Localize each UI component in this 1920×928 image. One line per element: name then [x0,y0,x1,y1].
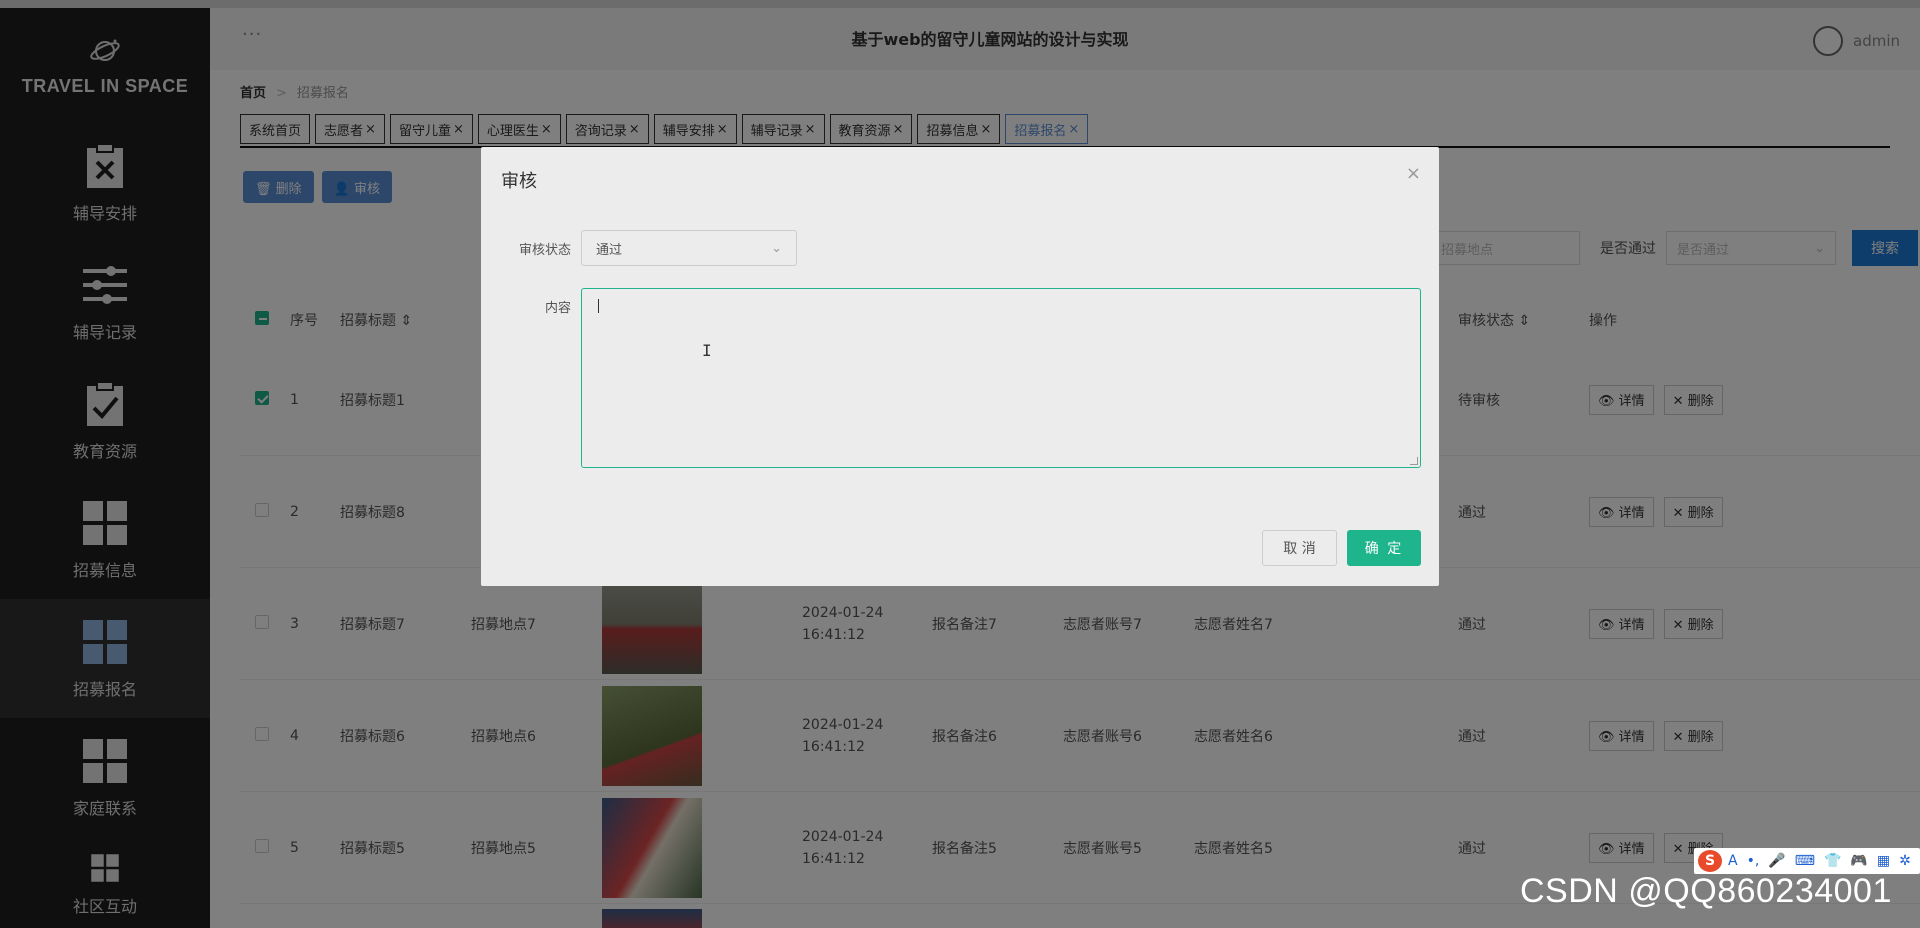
ime-punct-icon[interactable]: •, [1747,853,1760,869]
resize-handle-icon[interactable] [1410,457,1418,465]
sogou-logo-icon: S [1698,850,1722,872]
chevron-down-icon: ⌄ [771,240,782,256]
toolbox-icon[interactable]: ▦ [1877,853,1890,869]
ime-toolbar[interactable]: S A •, 🎤 ⌨ 👕 🎮 ▦ ✲ [1694,848,1920,874]
text-caret [598,299,599,313]
ime-mode-icon[interactable]: A [1728,853,1738,869]
cancel-button[interactable]: 取 消 [1262,530,1337,566]
microphone-icon[interactable]: 🎤 [1768,853,1785,869]
settings-icon[interactable]: ✲ [1899,853,1911,869]
content-label: 内容 [544,301,571,316]
skin-icon[interactable]: 👕 [1824,853,1841,869]
keyboard-icon[interactable]: ⌨ [1795,853,1815,869]
status-label: 审核状态 [518,243,571,258]
review-dialog: 审核 × 审核状态 通过 ⌄ 内容 I 取 消 确 定 [481,147,1439,586]
dialog-title: 审核 [501,171,537,192]
watermark: CSDN @QQ860234001 [1520,872,1892,910]
status-select[interactable]: 通过 ⌄ [581,230,797,266]
text-cursor-icon: I [702,341,712,360]
confirm-button[interactable]: 确 定 [1347,530,1421,566]
close-icon[interactable]: × [1406,163,1421,184]
game-icon[interactable]: 🎮 [1850,853,1867,869]
content-textarea[interactable]: I [581,288,1421,468]
status-value: 通过 [596,242,623,258]
